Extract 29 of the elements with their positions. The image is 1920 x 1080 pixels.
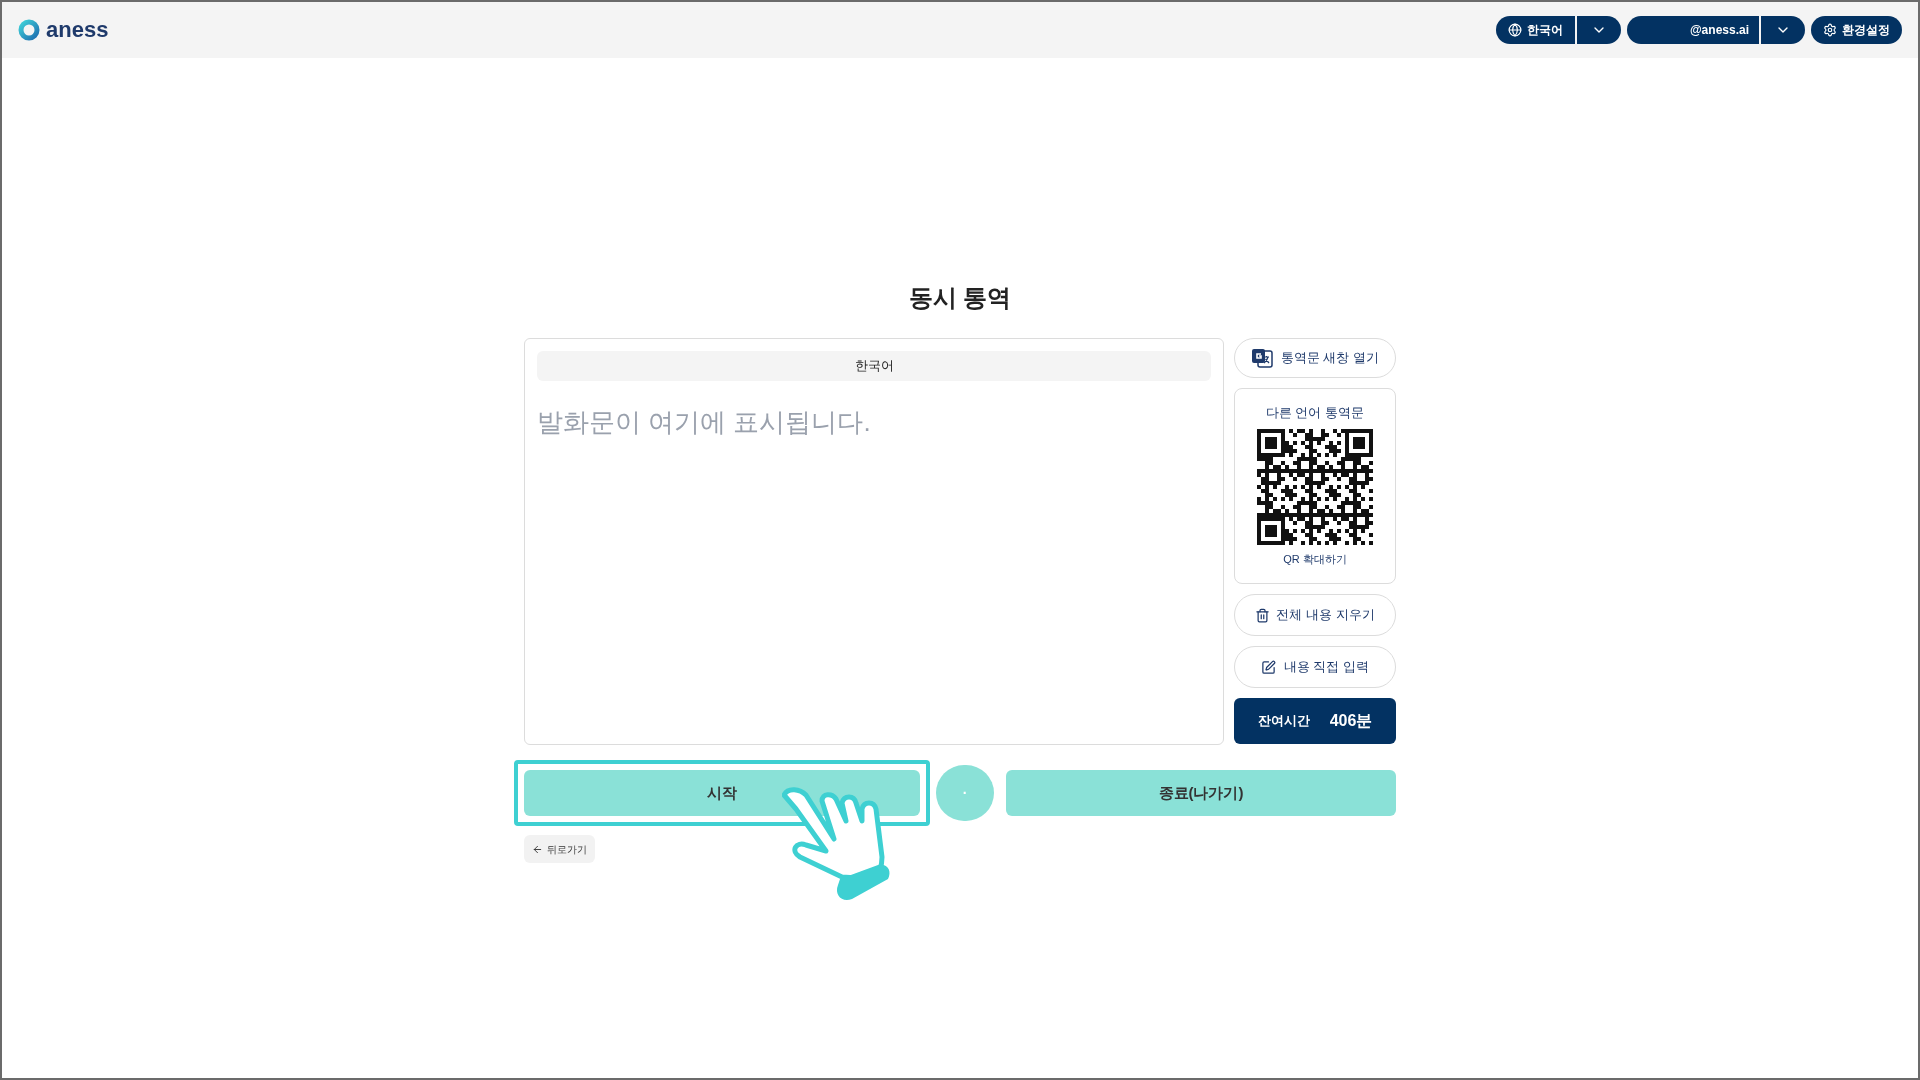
settings-icon <box>1823 23 1837 37</box>
account-button[interactable]: @aness.ai <box>1627 16 1759 44</box>
end-button[interactable]: 종료(나가기) <box>1006 770 1396 816</box>
open-window-button[interactable]: 통역문 새창 열기 <box>1234 338 1396 378</box>
translate-icon <box>1250 348 1273 368</box>
start-button[interactable]: 시작 <box>524 770 920 816</box>
transcript-box[interactable]: 한국어 발화문이 여기에 표시됩니다. <box>524 338 1224 745</box>
arrow-left-icon <box>532 843 543 855</box>
edit-icon <box>1260 659 1276 675</box>
settings-button[interactable]: 환경설정 <box>1811 16 1902 44</box>
qr-enlarge-link[interactable]: QR 확대하기 <box>1283 550 1347 567</box>
trash-icon <box>1255 607 1271 623</box>
qr-card-title: 다른 언어 통역문 <box>1265 404 1365 422</box>
qr-code[interactable] <box>1257 428 1373 545</box>
language-button[interactable]: 한국어 <box>1496 16 1575 44</box>
page-title: 동시 통역 <box>908 283 1012 313</box>
back-button[interactable]: 뒤로가기 <box>524 835 595 863</box>
language-label: 한국어 <box>537 351 1211 381</box>
status-indicator: · <box>936 765 994 821</box>
manual-input-button[interactable]: 내용 직접 입력 <box>1234 646 1396 688</box>
logo-icon <box>18 19 40 41</box>
clear-button[interactable]: 전체 내용 지우기 <box>1234 594 1396 636</box>
language-dropdown-button[interactable] <box>1577 16 1621 44</box>
transcript-field[interactable]: 발화문이 여기에 표시됩니다. <box>537 403 1211 732</box>
remaining-time-label: 잔여시간 <box>1257 712 1310 731</box>
logo-text[interactable]: aness <box>46 19 109 41</box>
account-dropdown-button[interactable] <box>1761 16 1805 44</box>
globe-icon <box>1508 23 1522 37</box>
remaining-time-value: 406분 <box>1329 711 1373 731</box>
